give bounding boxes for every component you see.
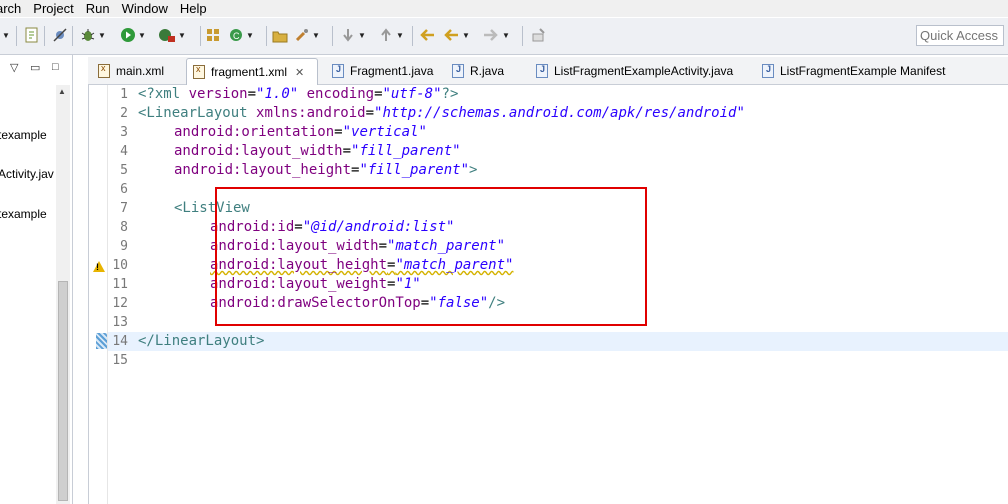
search-icon[interactable]: ▼ xyxy=(294,26,320,44)
vertical-scrollbar[interactable]: ▲ xyxy=(56,85,70,504)
new-java-package-icon[interactable] xyxy=(205,26,221,44)
maximize-icon[interactable]: □ xyxy=(52,61,59,73)
list-item[interactable]: texample xyxy=(0,207,47,221)
code-line-5: android:layout_height="fill_parent"> xyxy=(174,162,478,178)
code-line-2: <LinearLayout xmlns:android="http://sche… xyxy=(138,105,745,121)
tab-label: main.xml xyxy=(116,64,165,78)
toolbar-separator xyxy=(44,26,45,46)
forward-arrow-icon[interactable]: ▼ xyxy=(482,26,510,44)
line-number: 10 xyxy=(112,258,128,273)
close-icon[interactable]: ✕ xyxy=(295,66,304,79)
toolbar-dropdown-arrow-icon[interactable]: ▼ xyxy=(0,26,10,44)
line-number: 2 xyxy=(120,106,128,121)
line-number: 4 xyxy=(120,144,128,159)
scrollbar-thumb[interactable] xyxy=(58,281,68,501)
toolbar-separator xyxy=(266,26,267,46)
tab-manifest[interactable]: ListFragmentExample Manifest xyxy=(756,59,945,83)
xml-file-icon xyxy=(98,63,110,78)
package-explorer: ▽ ▭ □ texample Activity.jav texample ▲ xyxy=(0,55,73,504)
code-line-3: android:orientation="vertical" xyxy=(174,124,427,140)
line-number-ruler: 1 2 3 4 5 6 7 8 9 10 11 12 13 14 15 xyxy=(107,85,137,504)
quick-access-input[interactable] xyxy=(916,25,1004,46)
tab-label: fragment1.xml xyxy=(211,65,288,79)
main-toolbar: ▼ ▼ ▼ ▼ C ▼ ▼ ▼ ▼ ▼ ▼ xyxy=(0,18,1008,55)
tab-label: ListFragmentExampleActivity.java xyxy=(554,64,734,78)
line-number: 1 xyxy=(120,87,128,102)
toolbar-separator xyxy=(72,26,73,46)
menu-bar: arch Project Run Window Help xyxy=(0,0,1008,17)
line-number: 15 xyxy=(112,353,128,368)
back-arrow-icon[interactable]: ▼ xyxy=(442,26,470,44)
menu-run[interactable]: Run xyxy=(80,1,116,16)
toolbar-separator xyxy=(412,26,413,46)
java-file-icon xyxy=(452,64,464,78)
line-number: 6 xyxy=(120,182,128,197)
view-menu-icon[interactable]: ▽ xyxy=(10,61,18,74)
code-line-1: <?xml version="1.0" encoding="utf-8"?> xyxy=(138,86,459,102)
skip-breakpoints-icon[interactable] xyxy=(52,26,68,44)
list-item[interactable]: Activity.jav xyxy=(0,167,54,181)
tab-label: R.java xyxy=(470,64,505,78)
line-number: 11 xyxy=(112,277,128,292)
tab-fragment1-java[interactable]: Fragment1.java xyxy=(326,59,433,83)
line-number: 8 xyxy=(120,220,128,235)
menu-help[interactable]: Help xyxy=(174,1,213,16)
warning-icon[interactable] xyxy=(93,261,105,272)
line-number: 5 xyxy=(120,163,128,178)
java-file-icon xyxy=(536,64,548,78)
tab-r-java[interactable]: R.java xyxy=(446,59,504,83)
tab-label: Fragment1.java xyxy=(350,64,434,78)
toolbar-separator xyxy=(16,26,17,46)
code-area[interactable]: <?xml version="1.0" encoding="utf-8"?> <… xyxy=(138,85,1008,504)
annotation-ruler[interactable]: ! xyxy=(89,85,108,504)
line-number: 7 xyxy=(120,201,128,216)
line-number: 14 xyxy=(112,334,128,349)
occurrence-marker-icon[interactable] xyxy=(96,333,107,349)
run-external-tool-icon[interactable]: ▼ xyxy=(158,26,186,44)
svg-text:C: C xyxy=(233,31,240,41)
java-file-icon xyxy=(332,64,344,78)
toolbar-separator xyxy=(522,26,523,46)
editor-tab-bar: main.xml fragment1.xml ✕ Fragment1.java … xyxy=(88,57,1008,85)
run-icon[interactable]: ▼ xyxy=(120,26,146,44)
manifest-file-icon xyxy=(762,64,774,78)
package-explorer-header: ▽ ▭ □ xyxy=(0,55,72,83)
tab-fragment1-xml[interactable]: fragment1.xml ✕ xyxy=(186,58,318,85)
new-android-project-icon[interactable] xyxy=(24,26,40,44)
list-item[interactable]: texample xyxy=(0,128,47,142)
toolbar-separator xyxy=(200,26,201,46)
line-number: 3 xyxy=(120,125,128,140)
pin-editor-icon[interactable] xyxy=(530,26,546,44)
code-line-14: </LinearLayout> xyxy=(138,333,265,349)
tab-label: ListFragmentExample Manifest xyxy=(780,64,946,78)
next-annotation-icon[interactable]: ▼ xyxy=(340,26,366,44)
tab-listfragmentexampleactivity-java[interactable]: ListFragmentExampleActivity.java xyxy=(530,59,733,83)
menu-search[interactable]: arch xyxy=(0,1,27,16)
toolbar-separator xyxy=(332,26,333,46)
open-type-icon[interactable] xyxy=(272,26,288,44)
minimize-icon[interactable]: ▭ xyxy=(30,61,40,74)
previous-annotation-icon[interactable]: ▼ xyxy=(378,26,404,44)
scroll-up-arrow-icon[interactable]: ▲ xyxy=(58,87,66,96)
line-number: 13 xyxy=(112,315,128,330)
new-java-class-icon[interactable]: C ▼ xyxy=(228,26,254,44)
xml-file-icon xyxy=(193,64,205,79)
xml-editor[interactable]: ! 1 2 3 4 5 6 7 8 9 10 11 12 13 14 15 <?… xyxy=(88,85,1008,504)
highlight-box xyxy=(215,187,647,326)
tab-main-xml[interactable]: main.xml xyxy=(92,59,164,83)
code-line-4: android:layout_width="fill_parent" xyxy=(174,143,461,159)
line-number: 12 xyxy=(112,296,128,311)
last-edit-location-icon[interactable] xyxy=(418,26,436,44)
menu-window[interactable]: Window xyxy=(116,1,174,16)
menu-project[interactable]: Project xyxy=(27,1,79,16)
debug-icon[interactable]: ▼ xyxy=(80,26,106,44)
line-number: 9 xyxy=(120,239,128,254)
